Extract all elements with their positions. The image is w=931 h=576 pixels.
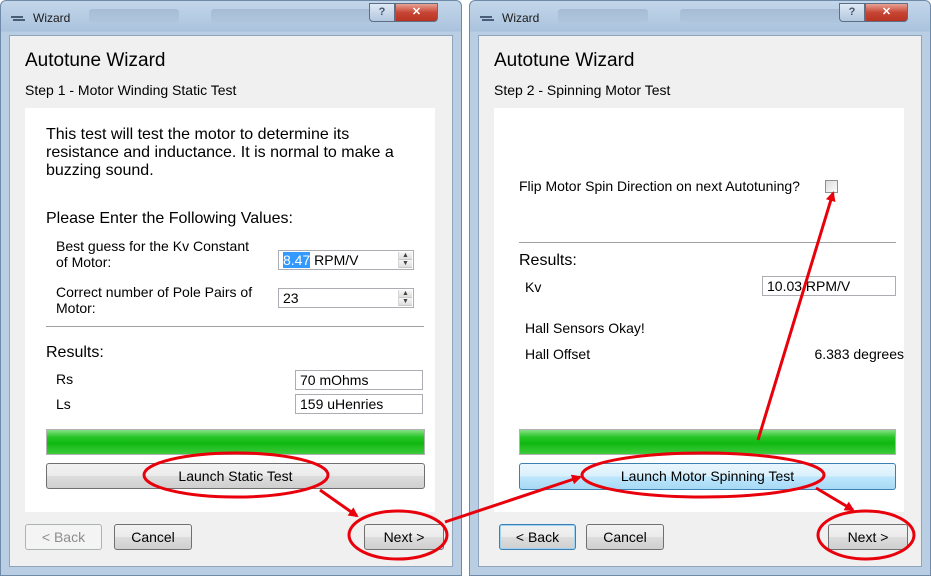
hall-offset-label: Hall Offset [525, 346, 591, 362]
wizard-app-icon [480, 16, 494, 21]
titlebar-glass [558, 9, 648, 23]
kv-label: Kv [525, 279, 542, 295]
window-title: Wizard [502, 11, 540, 25]
title-bar[interactable]: Wizard ? ✕ [470, 1, 930, 35]
spin-buttons[interactable]: ▲ ▼ [398, 252, 412, 268]
next-button[interactable]: Next > [364, 524, 444, 550]
kv-guess-label: Best guess for the Kv Constant of Motor: [56, 238, 249, 270]
ls-value-field: 159 uHenries [295, 394, 423, 414]
test-progress-bar [519, 429, 896, 455]
launch-static-test-button[interactable]: Launch Static Test [46, 463, 425, 489]
back-button[interactable]: < Back [25, 524, 102, 550]
title-bar[interactable]: Wizard ? ✕ [1, 1, 461, 35]
launch-motor-spinning-test-button[interactable]: Launch Motor Spinning Test [519, 463, 896, 490]
wizard-window-step1: Wizard ? ✕ Autotune Wizard Step 1 - Moto… [0, 0, 462, 576]
next-button[interactable]: Next > [828, 524, 908, 550]
ls-label: Ls [56, 396, 71, 412]
flip-direction-label: Flip Motor Spin Direction on next Autotu… [519, 178, 800, 194]
test-description: This test will test the motor to determi… [46, 126, 394, 179]
window-title: Wizard [33, 11, 71, 25]
values-prompt: Please Enter the Following Values: [46, 210, 293, 227]
wizard-window-step2: Wizard ? ✕ Autotune Wizard Step 2 - Spin… [469, 0, 931, 576]
results-label: Results: [519, 252, 577, 269]
cancel-button[interactable]: Cancel [114, 524, 192, 550]
wizard-app-icon [11, 16, 25, 21]
kv-guess-unit: RPM/V [314, 252, 359, 268]
spin-up-icon[interactable]: ▲ [399, 290, 412, 298]
close-icon[interactable]: ✕ [865, 3, 908, 22]
titlebar-glass [89, 9, 179, 23]
flip-direction-checkbox[interactable] [825, 180, 838, 193]
rs-value-field: 70 mOhms [295, 370, 423, 390]
separator [46, 326, 424, 328]
kv-guess-value: 8.47 [283, 252, 311, 268]
pole-pairs-value: 23 [283, 290, 299, 306]
titlebar-glass [211, 9, 386, 23]
titlebar-glass [680, 9, 855, 23]
hall-offset-value: 6.383 degrees [814, 346, 904, 362]
wizard-page: This test will test the motor to determi… [25, 108, 435, 512]
close-icon[interactable]: ✕ [395, 3, 438, 22]
kv-guess-spinbox[interactable]: 8.47 RPM/V ▲ ▼ [278, 250, 414, 270]
test-progress-bar [46, 429, 425, 455]
kv-result-field: 10.03 RPM/V [762, 276, 896, 296]
spin-down-icon[interactable]: ▼ [399, 260, 412, 268]
wizard-title: Autotune Wizard [25, 50, 166, 71]
wizard-page: Flip Motor Spin Direction on next Autotu… [494, 108, 904, 512]
pole-pairs-spinbox[interactable]: 23 ▲ ▼ [278, 288, 414, 308]
spin-down-icon[interactable]: ▼ [399, 298, 412, 306]
help-icon[interactable]: ? [369, 3, 395, 22]
wizard-title: Autotune Wizard [494, 50, 635, 71]
wizard-client-area: Autotune Wizard Step 2 - Spinning Motor … [478, 35, 922, 567]
results-label: Results: [46, 344, 104, 361]
cancel-button[interactable]: Cancel [586, 524, 664, 550]
step-title: Step 2 - Spinning Motor Test [494, 82, 671, 98]
pole-pairs-label: Correct number of Pole Pairs of Motor: [56, 284, 253, 316]
step-title: Step 1 - Motor Winding Static Test [25, 82, 237, 98]
spin-buttons[interactable]: ▲ ▼ [398, 290, 412, 306]
rs-label: Rs [56, 371, 74, 387]
wizard-client-area: Autotune Wizard Step 1 - Motor Winding S… [9, 35, 453, 567]
back-button[interactable]: < Back [499, 524, 576, 550]
help-icon[interactable]: ? [839, 3, 865, 22]
separator [519, 242, 896, 244]
hall-sensors-status: Hall Sensors Okay! [525, 320, 645, 336]
spin-up-icon[interactable]: ▲ [399, 252, 412, 260]
